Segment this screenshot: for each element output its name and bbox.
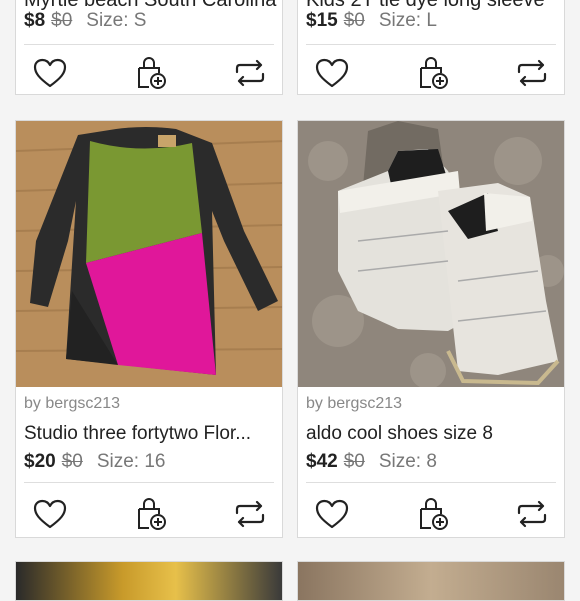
- listing-card[interactable]: [297, 561, 565, 601]
- listing-photo[interactable]: [16, 562, 282, 600]
- listing-card[interactable]: Kids 2T tie dye long sleeve $15 $0 Size: L: [297, 0, 565, 95]
- original-price: $0: [343, 451, 365, 472]
- divider: [24, 44, 274, 45]
- price-row: $15 $0 Size: L: [306, 10, 437, 32]
- like-button[interactable]: [308, 49, 356, 94]
- add-to-bundle-button[interactable]: [127, 49, 175, 94]
- heart-icon: [315, 499, 349, 529]
- listing-title[interactable]: Studio three fortytwo Flor...: [24, 423, 282, 445]
- original-price: $0: [51, 10, 73, 31]
- share-button[interactable]: [226, 49, 274, 94]
- repost-arrows-icon: [517, 500, 547, 528]
- heart-icon: [33, 499, 67, 529]
- price-row: $8 $0 Size: S: [24, 10, 146, 32]
- seller-byline[interactable]: by bergsc213: [24, 395, 120, 413]
- original-price: $0: [343, 10, 365, 31]
- listing-price: $42: [306, 451, 338, 472]
- listing-card[interactable]: by bergsc213 aldo cool shoes size 8 $42 $…: [297, 120, 565, 538]
- add-to-bundle-button[interactable]: [127, 490, 175, 537]
- original-price: $0: [61, 451, 83, 472]
- seller-byline[interactable]: by bergsc213: [306, 395, 402, 413]
- repost-arrows-icon: [517, 59, 547, 87]
- listing-card[interactable]: by bergsc213 Studio three fortytwo Flor.…: [15, 120, 283, 538]
- action-bar: [16, 490, 282, 537]
- share-button[interactable]: [226, 490, 274, 537]
- shopping-bag-plus-icon: [420, 57, 448, 89]
- repost-arrows-icon: [235, 59, 265, 87]
- add-to-bundle-button[interactable]: [409, 490, 457, 537]
- divider: [306, 44, 556, 45]
- shopping-bag-plus-icon: [138, 498, 166, 530]
- listing-size: Size: S: [86, 10, 147, 31]
- listing-title[interactable]: aldo cool shoes size 8: [306, 423, 564, 445]
- like-button[interactable]: [308, 490, 356, 537]
- listing-photo[interactable]: [298, 562, 564, 600]
- listing-card[interactable]: Myrtle beach South Carolina $8 $0 Size: S: [15, 0, 283, 95]
- action-bar: [298, 490, 564, 537]
- divider: [24, 482, 274, 483]
- listing-size: Size: 8: [378, 451, 437, 472]
- price-row: $20 $0 Size: 16: [24, 451, 166, 473]
- divider: [306, 482, 556, 483]
- listing-price: $8: [24, 10, 46, 31]
- listing-size: Size: L: [378, 10, 437, 31]
- heart-icon: [315, 58, 349, 88]
- action-bar: [298, 49, 564, 94]
- listing-size: Size: 16: [96, 451, 166, 472]
- action-bar: [16, 49, 282, 94]
- heart-icon: [33, 58, 67, 88]
- listing-photo[interactable]: [16, 121, 282, 387]
- listing-card[interactable]: [15, 561, 283, 601]
- like-button[interactable]: [26, 490, 74, 537]
- like-button[interactable]: [26, 49, 74, 94]
- shopping-bag-plus-icon: [138, 57, 166, 89]
- repost-arrows-icon: [235, 500, 265, 528]
- listing-price: $15: [306, 10, 338, 31]
- add-to-bundle-button[interactable]: [409, 49, 457, 94]
- listing-photo[interactable]: [298, 121, 564, 387]
- price-row: $42 $0 Size: 8: [306, 451, 437, 473]
- shopping-bag-plus-icon: [420, 498, 448, 530]
- share-button[interactable]: [508, 490, 556, 537]
- share-button[interactable]: [508, 49, 556, 94]
- dress-photo: [16, 121, 282, 387]
- shoes-photo: [298, 121, 564, 387]
- listing-price: $20: [24, 451, 56, 472]
